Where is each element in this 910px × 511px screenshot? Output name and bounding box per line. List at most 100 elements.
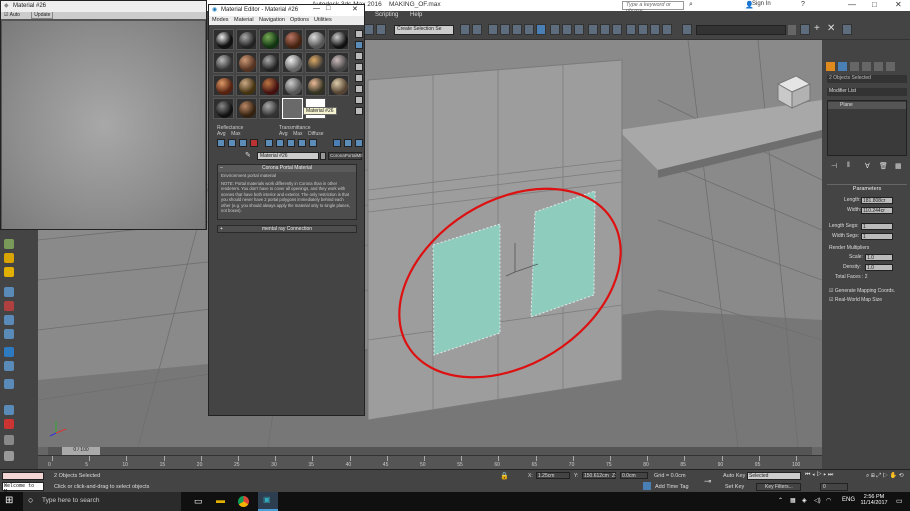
modify-tab-icon[interactable] xyxy=(838,62,847,71)
lock-icon[interactable]: 🔒 xyxy=(500,472,509,480)
uv-tiling-button[interactable] xyxy=(355,63,363,71)
teapot-icon[interactable] xyxy=(588,24,598,35)
graphite-icon[interactable] xyxy=(500,24,510,35)
sample-slot[interactable] xyxy=(213,29,234,50)
tray-chevron-icon[interactable]: ⌃ xyxy=(778,497,783,504)
menu-utilities[interactable]: Utilities xyxy=(314,17,332,23)
add-time-tag-button[interactable]: Add Time Tag xyxy=(655,484,689,490)
volume-icon[interactable]: ◁) xyxy=(814,497,821,504)
menu-navigation[interactable]: Navigation xyxy=(259,17,285,23)
stack-item-plane[interactable]: Plane xyxy=(828,102,906,109)
make-unique-button[interactable] xyxy=(265,139,273,147)
zoom-extents-icon[interactable]: ⤢ xyxy=(877,473,882,479)
utilities-tab-icon[interactable] xyxy=(886,62,895,71)
slate-icon[interactable] xyxy=(638,24,648,35)
file-explorer-icon[interactable]: ▬ xyxy=(216,495,225,505)
menu-options[interactable]: Options xyxy=(290,17,309,23)
light-icon[interactable] xyxy=(4,253,14,263)
mental-ray-rollout[interactable]: + mental ray Connection xyxy=(217,225,357,233)
put-to-library-button[interactable] xyxy=(276,139,284,147)
add-icon[interactable]: + xyxy=(814,23,820,34)
keyword-search-input[interactable]: Type a keyword or phrase xyxy=(622,1,684,14)
render-frame-icon[interactable] xyxy=(562,24,572,35)
select-filter-icon[interactable] xyxy=(364,24,374,35)
env-icon[interactable] xyxy=(650,24,660,35)
sample-slot[interactable] xyxy=(282,75,303,96)
go-forward-button[interactable] xyxy=(344,139,352,147)
3dsmax-taskbar-icon[interactable]: ▣ xyxy=(258,492,278,511)
sample-slot[interactable] xyxy=(236,29,257,50)
key-mode-dropdown[interactable]: Selected xyxy=(747,472,801,480)
layer-icon[interactable] xyxy=(488,24,498,35)
video-color-button[interactable] xyxy=(355,74,363,82)
material-editor-window[interactable]: ◉ Material Editor - Material #26 — □ ✕ M… xyxy=(208,4,365,416)
search-icon[interactable]: ⌕ xyxy=(689,1,693,9)
viewport-icon[interactable] xyxy=(626,24,636,35)
utilities-icon[interactable] xyxy=(4,405,14,415)
hierarchy-tab-icon[interactable] xyxy=(850,62,859,71)
sample-type-button[interactable] xyxy=(355,30,363,38)
sample-slot[interactable] xyxy=(259,52,280,73)
menu-scripting[interactable]: Scripting xyxy=(375,12,398,18)
scale-input[interactable]: 1.0 xyxy=(865,254,893,261)
options-button[interactable] xyxy=(355,96,363,104)
material-name-field[interactable]: Material #26 xyxy=(257,152,319,160)
fov-icon[interactable]: ▷ xyxy=(883,473,888,479)
sample-slot[interactable] xyxy=(259,29,280,50)
sibling-button[interactable] xyxy=(355,139,363,147)
rollout-header[interactable]: – Corona Portal Material xyxy=(218,165,356,172)
background-button[interactable] xyxy=(355,52,363,60)
close-button[interactable]: ✕ xyxy=(352,5,358,13)
go-to-start-icon[interactable]: ⏮ xyxy=(805,472,810,478)
menu-material[interactable]: Material xyxy=(234,17,254,23)
sample-slot[interactable] xyxy=(236,52,257,73)
scene-explorer-icon[interactable] xyxy=(4,239,14,249)
language-indicator[interactable]: ENG xyxy=(842,497,855,503)
snap-icon[interactable] xyxy=(376,24,386,35)
go-to-end-icon[interactable]: ⏭ xyxy=(828,472,833,478)
sample-slot[interactable] xyxy=(282,29,303,50)
make-preview-button[interactable] xyxy=(355,85,363,93)
select-by-material-button[interactable] xyxy=(355,107,363,115)
track-bar[interactable]: 0 5 10 15 20 25 30 35 40 45 50 55 60 65 70 75 80 85 90 95 10… xyxy=(38,455,822,469)
space-warp-icon[interactable] xyxy=(4,347,14,357)
assign-to-selection-button[interactable] xyxy=(239,139,247,147)
sample-slot[interactable] xyxy=(236,98,257,119)
width-input[interactable]: 110.244cr xyxy=(861,207,893,214)
x-coordinate-field[interactable]: 1.25cm xyxy=(536,472,570,479)
zoom-icon[interactable]: ⌕ xyxy=(866,473,869,479)
taskbar-clock[interactable]: 2:56 PM 11/14/2017 xyxy=(858,494,890,506)
put-to-scene-button[interactable] xyxy=(228,139,236,147)
display-icon[interactable] xyxy=(4,379,14,389)
sample-slot[interactable] xyxy=(305,29,326,50)
sample-slot[interactable] xyxy=(213,52,234,73)
get-material-button[interactable] xyxy=(217,139,225,147)
mirror-icon[interactable] xyxy=(460,24,470,35)
scene-explorer-icon[interactable] xyxy=(682,24,692,35)
next-frame-icon[interactable]: ▸ xyxy=(824,472,827,478)
width-segs-input[interactable]: 1 xyxy=(861,233,893,240)
sample-slot[interactable] xyxy=(305,75,326,96)
close-button[interactable]: ✕ xyxy=(895,0,902,9)
selection-name-field[interactable]: 2 Objects Selected xyxy=(827,75,907,83)
camera-icon[interactable] xyxy=(662,24,672,35)
motion-icon[interactable] xyxy=(4,451,14,461)
pin-stack-icon[interactable]: ⊣ xyxy=(831,162,837,170)
notifications-icon[interactable]: ▭ xyxy=(896,497,903,505)
sign-in-button[interactable]: Sign In xyxy=(752,1,771,7)
dropbox-icon[interactable]: ◈ xyxy=(802,497,807,504)
chevron-down-icon[interactable] xyxy=(320,152,326,160)
parameters-title[interactable]: Parameters xyxy=(827,186,907,192)
shape-icon[interactable] xyxy=(4,301,14,311)
remove-modifier-icon[interactable]: 🗑 xyxy=(879,162,888,170)
real-world-map-checkbox[interactable]: ☑ Real-World Map Size xyxy=(829,297,882,303)
maximize-button[interactable]: □ xyxy=(326,5,330,12)
chrome-icon[interactable] xyxy=(238,496,249,507)
camera-icon[interactable] xyxy=(4,315,14,325)
chevron-right-icon[interactable] xyxy=(812,447,822,455)
help-icon[interactable]: ? xyxy=(801,1,805,8)
corona-vfb-icon[interactable] xyxy=(612,24,622,35)
sample-slot[interactable] xyxy=(259,75,280,96)
make-unique-icon[interactable]: ∀ xyxy=(865,162,870,170)
render-icon[interactable] xyxy=(574,24,584,35)
